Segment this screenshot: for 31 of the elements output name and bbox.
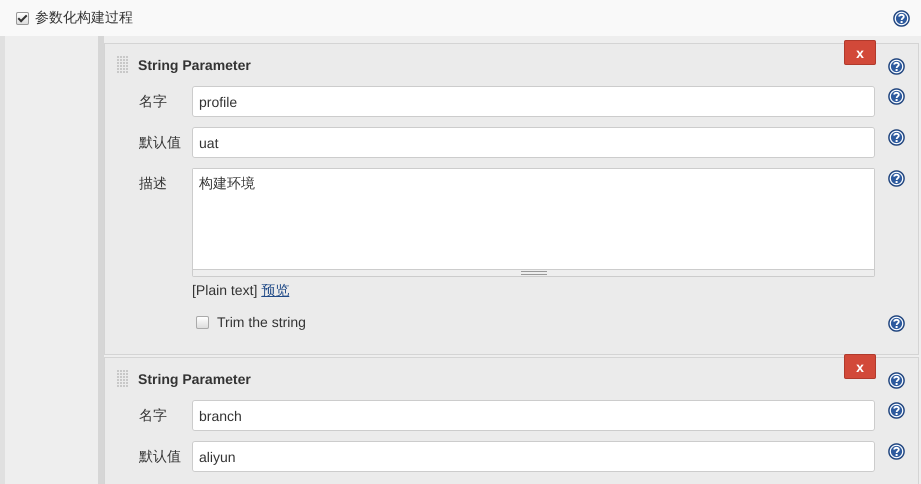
text-field[interactable]: aliyun xyxy=(192,441,875,472)
delete-button[interactable]: x xyxy=(844,354,876,379)
parameter-title: String Parameter xyxy=(138,57,251,73)
checkbox[interactable] xyxy=(196,316,209,328)
text-field[interactable]: profile xyxy=(192,86,875,117)
delete-button[interactable]: x xyxy=(844,40,876,65)
help-icon[interactable] xyxy=(888,372,905,388)
format-note: [Plain text] xyxy=(192,282,258,298)
preview-link[interactable]: 预览 xyxy=(261,282,290,298)
text-field[interactable]: branch xyxy=(192,400,875,431)
field-label: 默认值 xyxy=(138,447,182,466)
parameter-title: String Parameter xyxy=(138,371,251,387)
help-icon[interactable] xyxy=(888,129,905,146)
checkbox-label: Trim the string xyxy=(217,313,306,331)
help-icon[interactable] xyxy=(888,170,905,187)
field-label: 默认值 xyxy=(138,133,182,152)
help-icon[interactable] xyxy=(888,58,905,74)
help-icon[interactable] xyxy=(888,443,905,460)
text-area[interactable]: 构建环境 xyxy=(192,168,875,277)
help-icon[interactable] xyxy=(893,10,910,26)
field-label: 描述 xyxy=(138,174,168,193)
help-icon[interactable] xyxy=(888,88,905,105)
drag-handle-icon[interactable] xyxy=(117,56,129,74)
drag-handle-icon[interactable] xyxy=(117,370,129,388)
field-label: 名字 xyxy=(138,92,168,111)
field-label: 名字 xyxy=(138,406,168,425)
text-field[interactable]: uat xyxy=(192,127,875,158)
help-icon[interactable] xyxy=(888,402,905,419)
checkbox[interactable] xyxy=(16,12,29,24)
section-label: 参数化构建过程 xyxy=(35,9,133,27)
help-icon[interactable] xyxy=(888,315,905,332)
